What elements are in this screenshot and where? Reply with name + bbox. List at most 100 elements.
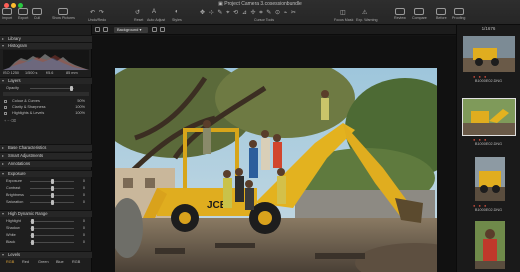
- levels-channel-green[interactable]: Green: [38, 260, 49, 264]
- thumbnail[interactable]: [463, 36, 515, 72]
- levels-channel-blue[interactable]: Blue: [56, 260, 64, 264]
- levels-channel-rgb-alt[interactable]: RGB: [72, 260, 80, 264]
- browser-panel: 1/1676 ● ● ● B1000E02.DNG ● ● ● B1000E02…: [456, 25, 520, 272]
- exposure-slider[interactable]: [30, 179, 74, 184]
- section-histogram[interactable]: ▾ Histogram: [0, 42, 92, 49]
- thumbnail[interactable]: [475, 221, 505, 269]
- section-library[interactable]: ▸ Library: [0, 35, 92, 42]
- cursor-tools-icons[interactable]: ✥ ⊹ ✎ ⌖ ⟲ ⊿ ✢ ⌗ ✎ ⊙ ⌁ ✂: [200, 9, 297, 17]
- proofing-icon: [453, 8, 464, 15]
- section-levels[interactable]: ▾ Levels: [0, 251, 92, 258]
- black-knob[interactable]: [31, 240, 34, 245]
- brightness-value: 0: [82, 193, 85, 197]
- histogram-focal: 85 mm: [66, 71, 78, 75]
- reset-icon[interactable]: ↺: [135, 9, 141, 16]
- section-smart-adjustments[interactable]: ▸ Smart Adjustments: [0, 152, 92, 159]
- histogram-graph: [3, 50, 89, 70]
- layer-opacity: 50%: [77, 99, 85, 103]
- saturation-knob[interactable]: [51, 200, 54, 205]
- section-exposure[interactable]: ▾ Exposure: [0, 170, 92, 177]
- histogram-aperture: f/5.6: [46, 71, 54, 75]
- import-icon: [2, 8, 13, 15]
- section-layers[interactable]: ▾ Layers: [0, 77, 92, 84]
- section-base-characteristics[interactable]: ▸ Base Characteristics: [0, 144, 92, 151]
- grid-icon[interactable]: [95, 27, 100, 32]
- white-knob[interactable]: [31, 233, 34, 238]
- layer-checkbox[interactable]: [4, 106, 7, 109]
- layer-checkbox[interactable]: [4, 100, 7, 103]
- image-viewer[interactable]: JCB: [92, 36, 456, 272]
- disclosure-icon: ▸: [2, 153, 5, 158]
- section-annotations[interactable]: ▸ Annotations: [0, 160, 92, 167]
- contrast-slider[interactable]: [30, 186, 74, 191]
- black-label: Black: [6, 240, 16, 244]
- zoom-icon[interactable]: [152, 27, 157, 32]
- main-photo[interactable]: JCB: [115, 68, 437, 272]
- saturation-slider[interactable]: [30, 200, 74, 205]
- levels-channel-red[interactable]: Red: [22, 260, 29, 264]
- black-value: 0: [82, 240, 85, 244]
- contrast-knob[interactable]: [51, 186, 54, 191]
- saturation-value: 0: [82, 200, 85, 204]
- compare-button[interactable]: Compare: [412, 8, 427, 20]
- review-icon: [394, 8, 405, 15]
- thumbnail-name: B1000E02.DNG: [474, 208, 503, 212]
- before-button[interactable]: Before: [436, 8, 447, 20]
- background-select[interactable]: Background ▾: [114, 27, 148, 33]
- single-view-icon[interactable]: [103, 27, 108, 32]
- brightness-knob[interactable]: [51, 193, 54, 198]
- reset-label: Reset: [134, 18, 144, 22]
- highlight-knob[interactable]: [31, 219, 34, 224]
- opacity-label: Opacity: [6, 86, 19, 90]
- proofing-button[interactable]: Proofing: [452, 8, 465, 20]
- levels-channel-rgb[interactable]: RGB: [6, 260, 14, 264]
- opacity-knob[interactable]: [70, 86, 73, 91]
- undo-redo-icons[interactable]: ↶ ↷: [90, 9, 105, 16]
- styles-icon[interactable]: ◐: [175, 9, 180, 15]
- disclosure-icon: ▾: [2, 78, 5, 83]
- thumbnail[interactable]: [475, 157, 505, 201]
- highlight-slider[interactable]: [30, 219, 74, 224]
- cull-icon: [32, 8, 42, 15]
- disclosure-icon: ▾: [2, 43, 5, 48]
- review-button[interactable]: Review: [394, 8, 406, 20]
- layer-checkbox[interactable]: [4, 112, 7, 115]
- brightness-slider[interactable]: [30, 193, 74, 198]
- white-slider[interactable]: [30, 233, 74, 238]
- white-label: White: [6, 233, 16, 237]
- thumbnail-name: B1000E02.DNG: [474, 142, 503, 146]
- exposure-knob[interactable]: [51, 179, 54, 184]
- cull-button[interactable]: Cull: [32, 8, 42, 20]
- focus-mask-icon[interactable]: ◫: [340, 9, 347, 16]
- disclosure-icon: ▸: [2, 161, 5, 166]
- exposure-label: Exposure: [6, 179, 23, 183]
- tools-panel: ▸ Library ▾ Histogram ISO 1250 1/500 s f/5…: [0, 25, 92, 272]
- thumbnail-image: [475, 157, 505, 201]
- histogram-iso: ISO 1250: [3, 71, 20, 75]
- opacity-slider[interactable]: [30, 86, 74, 91]
- fit-icon[interactable]: [160, 27, 165, 32]
- export-icon: [18, 8, 29, 15]
- histogram-shutter: 1/500 s: [25, 71, 38, 75]
- undo-redo-label: Undo/Redo: [88, 18, 107, 22]
- export-button[interactable]: Export: [18, 8, 28, 20]
- shadow-knob[interactable]: [31, 226, 34, 231]
- shadow-slider[interactable]: [30, 226, 74, 231]
- auto-adjust-label: Auto Adjust: [147, 18, 166, 22]
- image-counter: 1/1676: [481, 26, 496, 31]
- black-slider[interactable]: [30, 240, 74, 245]
- white-value: 0: [82, 233, 85, 237]
- title-toolbar: ▣ Project Camera 3.cosessionbundle Impor…: [0, 0, 520, 25]
- import-button[interactable]: Import: [2, 8, 12, 20]
- exp-warning-icon[interactable]: ⚠: [362, 9, 368, 16]
- window-title: ▣ Project Camera 3.cosessionbundle: [218, 1, 302, 7]
- thumbnail-selected[interactable]: [462, 98, 516, 136]
- before-icon: [436, 8, 447, 15]
- thumbnail-name: B1000E02.DNG: [474, 79, 503, 83]
- section-hdr[interactable]: ▾ High Dynamic Range: [0, 210, 92, 217]
- layer-controls[interactable]: + − ⌫: [4, 118, 16, 123]
- construction-site-photo: JCB: [115, 68, 437, 272]
- auto-adjust-icon[interactable]: A: [152, 9, 157, 15]
- show-pictures-button[interactable]: Show Pictures: [52, 8, 75, 20]
- layer-opacity: 100%: [75, 111, 85, 115]
